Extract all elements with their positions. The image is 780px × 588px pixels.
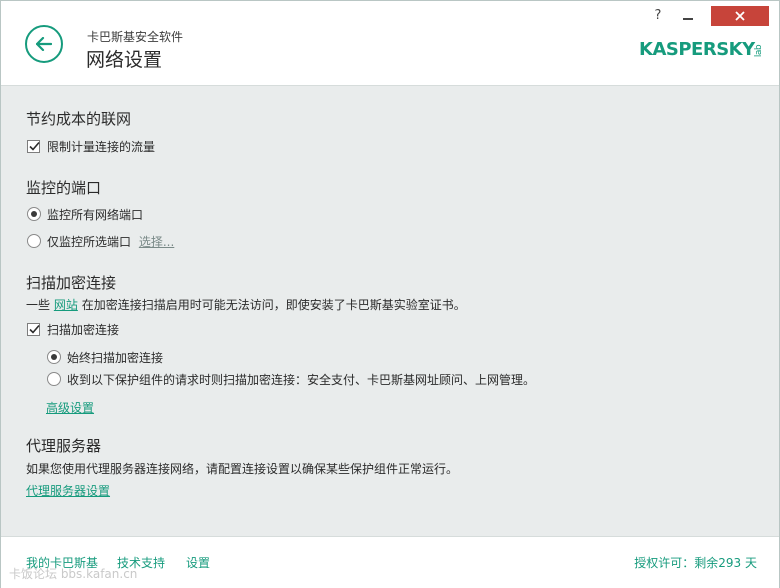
section-title-ports: 监控的端口 <box>26 179 102 197</box>
watermark: 卡饭论坛 bbs.kafan.cn <box>9 567 138 581</box>
on-request-scan-label: 收到以下保护组件的请求时则扫描加密连接：安全支付、卡巴斯基网址顾问、上网管理。 <box>67 373 536 387</box>
minimize-icon <box>683 18 693 20</box>
header: 卡巴斯基安全软件 网络设置 ? KASPERSKYlab <box>1 1 779 86</box>
arrow-left-icon <box>36 37 52 51</box>
on-request-scan-radio[interactable] <box>47 372 61 386</box>
settings-content: 节约成本的联网 限制计量连接的流量 监控的端口 监控所有网络端口 仅监控所选端口… <box>1 86 779 536</box>
help-button[interactable]: ? <box>649 7 667 25</box>
always-scan-radio[interactable] <box>47 350 61 364</box>
app-name: 卡巴斯基安全软件 <box>87 30 184 44</box>
proxy-settings-link[interactable]: 代理服务器设置 <box>26 482 110 499</box>
websites-link[interactable]: 网站 <box>54 298 78 312</box>
logo-text: KASPERSKY <box>639 39 755 60</box>
all-ports-radio[interactable] <box>27 207 41 221</box>
limit-traffic-label: 限制计量连接的流量 <box>47 140 156 154</box>
settings-link[interactable]: 设置 <box>186 554 210 571</box>
section-title-save-cost: 节约成本的联网 <box>26 110 132 128</box>
encrypted-desc-suffix: 在加密连接扫描启用时可能无法访问，即使安装了卡巴斯基实验室证书。 <box>81 298 466 312</box>
page-title: 网络设置 <box>86 49 163 71</box>
close-button[interactable] <box>711 6 769 26</box>
selected-ports-radio[interactable] <box>27 234 41 248</box>
encrypted-description: 一些 网站 在加密连接扫描启用时可能无法访问，即使安装了卡巴斯基实验室证书。 <box>26 296 466 313</box>
section-title-encrypted: 扫描加密连接 <box>26 274 117 292</box>
app-window: 卡巴斯基安全软件 网络设置 ? KASPERSKYlab 节约成本的联网 限制计… <box>0 0 780 588</box>
selected-ports-label: 仅监控所选端口 选择... <box>47 233 174 250</box>
checkmark-icon <box>29 324 40 334</box>
scan-encrypted-label: 扫描加密连接 <box>47 323 120 337</box>
proxy-description: 如果您使用代理服务器连接网络，请配置连接设置以确保某些保护组件正常运行。 <box>26 462 459 476</box>
radio-dot <box>31 211 37 217</box>
selected-ports-text: 仅监控所选端口 <box>47 235 132 249</box>
footer: 我的卡巴斯基 技术支持 设置 授权许可：剩余293 天 卡饭论坛 bbs.kaf… <box>1 536 779 588</box>
license-status[interactable]: 授权许可：剩余293 天 <box>634 554 757 571</box>
close-icon <box>735 11 745 21</box>
scan-encrypted-checkbox[interactable] <box>27 323 40 336</box>
radio-dot <box>51 354 57 360</box>
kaspersky-logo: KASPERSKYlab <box>639 39 765 60</box>
always-scan-label: 始终扫描加密连接 <box>67 351 164 365</box>
limit-traffic-checkbox[interactable] <box>27 140 40 153</box>
back-button[interactable] <box>25 25 63 63</box>
section-title-proxy: 代理服务器 <box>26 437 102 455</box>
checkmark-icon <box>29 141 40 151</box>
logo-suffix: lab <box>753 44 764 58</box>
all-ports-label: 监控所有网络端口 <box>47 208 144 222</box>
minimize-button[interactable] <box>675 7 701 25</box>
select-ports-link[interactable]: 选择... <box>139 235 174 249</box>
advanced-settings-link[interactable]: 高级设置 <box>46 399 94 416</box>
encrypted-desc-prefix: 一些 <box>26 298 51 312</box>
